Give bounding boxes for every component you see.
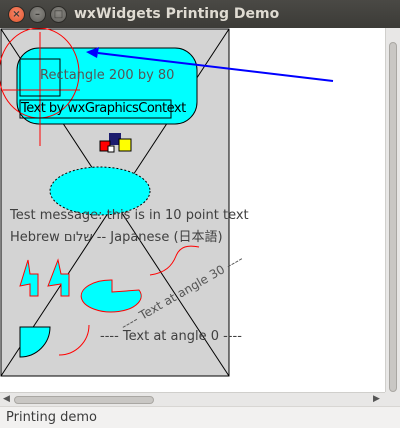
window-minimize-button[interactable]: – xyxy=(29,6,46,23)
maximize-icon: □ xyxy=(53,8,64,20)
multilanguage-text: Hebrew שלום -- Japanese (日本語) xyxy=(10,230,223,245)
scroll-right-arrow-icon[interactable]: ▶ xyxy=(373,394,380,404)
bitmap-yellow-square xyxy=(118,138,132,152)
graphics-context-text: Text by wxGraphicsContext xyxy=(21,101,186,116)
window-maximize-button[interactable]: □ xyxy=(50,6,67,23)
scrollbar-corner xyxy=(385,392,400,406)
bitmap-white-square xyxy=(107,145,115,153)
vertical-scrollbar-thumb[interactable] xyxy=(389,42,397,392)
minimize-icon: – xyxy=(35,8,40,20)
status-bar: Printing demo xyxy=(0,406,400,428)
window-title: wxWidgets Printing Demo xyxy=(74,6,280,22)
text-angle-0: ---- Text at angle 0 ---- xyxy=(100,329,242,344)
horizontal-scrollbar[interactable]: ◀ ▶ xyxy=(0,392,385,406)
drawing-canvas[interactable]: Rectangle 200 by 80 Text by wxGraphicsCo… xyxy=(0,28,385,392)
rectangle-label: Rectangle 200 by 80 xyxy=(40,68,175,83)
close-icon: × xyxy=(12,8,21,20)
window-titlebar[interactable]: × – □ wxWidgets Printing Demo xyxy=(0,0,400,28)
horizontal-scrollbar-thumb[interactable] xyxy=(14,396,154,404)
vertical-scrollbar[interactable] xyxy=(385,28,400,392)
status-text: Printing demo xyxy=(6,410,98,425)
window-close-button[interactable]: × xyxy=(8,6,25,23)
scroll-left-arrow-icon[interactable]: ◀ xyxy=(3,394,10,404)
ten-point-message: Test message: this is in 10 point text xyxy=(10,208,249,223)
